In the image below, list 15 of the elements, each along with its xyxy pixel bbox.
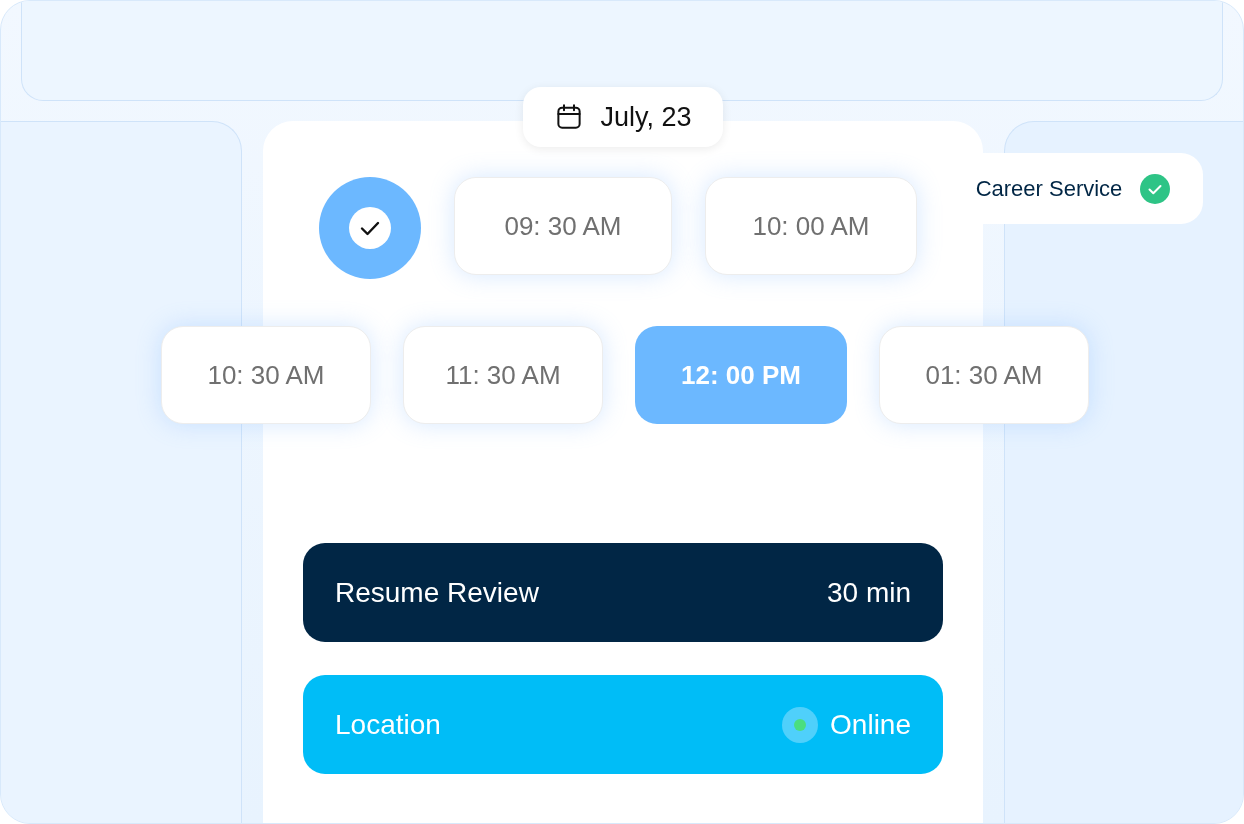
time-slot[interactable]: 11: 30 AM [403, 326, 603, 424]
time-slot[interactable]: 10: 30 AM [161, 326, 371, 424]
time-slot[interactable]: 10: 00 AM [705, 177, 917, 275]
date-label: July, 23 [600, 100, 692, 134]
check-icon [349, 207, 391, 249]
check-circle-icon [1140, 173, 1171, 204]
date-pill[interactable]: July, 23 [523, 87, 723, 147]
time-slot[interactable]: 01: 30 AM [879, 326, 1089, 424]
time-slot[interactable]: 09: 30 AM [454, 177, 672, 275]
session-duration: 30 min [826, 575, 911, 610]
location-label: Location [335, 707, 441, 742]
badge-label: Career Service [975, 175, 1123, 203]
location-value: Online [830, 707, 911, 742]
session-title: Resume Review [335, 575, 539, 610]
session-bar[interactable]: Resume Review 30 min [303, 543, 943, 642]
